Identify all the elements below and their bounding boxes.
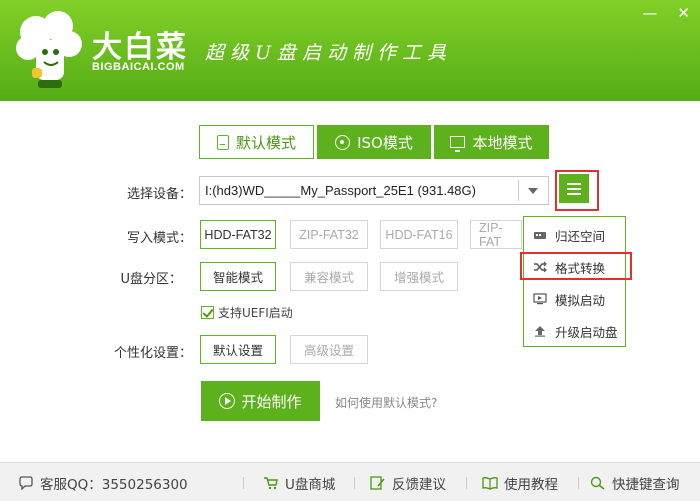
format-convert-highlight: [520, 252, 632, 280]
device-select[interactable]: I:(hd3)WD_____My_Passport_25E1 (931.48G): [199, 176, 549, 205]
book-icon: [482, 477, 498, 490]
write-option-hdd-fat16[interactable]: HDD-FAT16: [380, 220, 458, 249]
tab-iso-label: ISO模式: [357, 133, 413, 152]
brand-name: 大白菜: [92, 30, 188, 65]
write-option-zip-fat[interactable]: ZIP-FAT: [470, 220, 522, 249]
screen-play-icon: [533, 293, 547, 305]
shortcut-label: 快捷键查询: [612, 477, 680, 493]
close-button[interactable]: ✕: [677, 6, 690, 21]
partition-option-enhanced[interactable]: 增强模式: [380, 262, 458, 291]
menu-button[interactable]: [559, 174, 589, 203]
tab-local-label: 本地模式: [472, 133, 533, 152]
write-mode-label: 写入模式：: [126, 231, 192, 246]
select-divider: [518, 180, 519, 201]
footer-divider: [466, 477, 467, 489]
partition-option-smart[interactable]: 智能模式: [200, 262, 276, 291]
monitor-icon: [450, 136, 466, 152]
start-button-label: 开始制作: [241, 392, 302, 411]
footer-divider: [243, 477, 244, 489]
uefi-label: 支持UEFI启动: [218, 306, 293, 320]
tab-iso-mode[interactable]: ISO模式: [317, 125, 431, 159]
tab-local-mode[interactable]: 本地模式: [434, 125, 549, 159]
shortcut-lookup-link[interactable]: 快捷键查询: [590, 473, 680, 493]
menu-item-label: 升级启动盘: [555, 324, 618, 340]
partition-label: U盘分区：: [120, 272, 182, 287]
chat-bubble-icon: [19, 476, 33, 490]
menu-item-label: 模拟启动: [555, 292, 606, 308]
tools-dropdown-menu: 归还空间 格式转换 模拟启动 升级启动盘: [523, 216, 626, 347]
tab-default-label: 默认模式: [235, 133, 296, 152]
disc-icon: [335, 134, 351, 150]
cart-icon: [264, 477, 278, 490]
shop-label: U盘商城: [285, 477, 336, 493]
footer-divider: [354, 477, 355, 489]
device-label: 选择设备：: [126, 187, 192, 202]
personal-option-advanced[interactable]: 高级设置: [290, 335, 368, 364]
qq-label: 客服QQ：3550256300: [40, 477, 188, 493]
uefi-checkbox[interactable]: [201, 306, 214, 319]
tab-default-mode[interactable]: 默认模式: [199, 125, 314, 159]
app-header: 大白菜 BIGBAICAI.COM 超级U盘启动制作工具 — ✕: [0, 0, 700, 101]
hamburger-icon: [567, 182, 581, 185]
upload-arrow-icon: [535, 326, 545, 337]
write-option-zip-fat32[interactable]: ZIP-FAT32: [290, 220, 368, 249]
feedback-link[interactable]: 反馈建议: [370, 473, 446, 493]
menu-item-label: 归还空间: [555, 228, 606, 244]
help-link[interactable]: 如何使用默认模式?: [335, 394, 437, 411]
start-button[interactable]: 开始制作: [201, 381, 320, 421]
usb-drive-icon: [216, 134, 229, 150]
device-value: I:(hd3)WD_____My_Passport_25E1 (931.48G): [205, 183, 476, 198]
disk-icon: [534, 232, 546, 239]
edit-icon: [370, 476, 385, 490]
tutorial-link[interactable]: 使用教程: [482, 473, 558, 493]
tutorial-label: 使用教程: [504, 477, 558, 493]
write-option-hdd-fat32[interactable]: HDD-FAT32: [200, 220, 276, 249]
play-icon: [219, 393, 236, 409]
uefi-checkbox-row[interactable]: 支持UEFI启动: [201, 304, 293, 321]
footer-bar: 客服QQ：3550256300 U盘商城 反馈建议 使用教程 快捷键查询: [0, 462, 700, 501]
usb-shop-link[interactable]: U盘商城: [263, 473, 335, 493]
cabbage-mascot-logo: [16, 11, 82, 88]
menu-item-upgrade-boot-disk[interactable]: 升级启动盘: [524, 319, 625, 343]
personalize-label: 个性化设置：: [113, 346, 192, 361]
menu-item-simulate-boot[interactable]: 模拟启动: [524, 287, 625, 311]
window-controls: — ✕: [642, 6, 690, 21]
brand-domain: BIGBAICAI.COM: [92, 61, 185, 73]
footer-divider: [578, 477, 579, 489]
brand-slogan: 超级U盘启动制作工具: [205, 42, 453, 64]
feedback-label: 反馈建议: [392, 477, 446, 493]
customer-service-qq[interactable]: 客服QQ：3550256300: [18, 473, 188, 493]
menu-item-reclaim-space[interactable]: 归还空间: [524, 223, 625, 247]
minimize-button[interactable]: —: [642, 6, 657, 21]
partition-option-compatible[interactable]: 兼容模式: [290, 262, 368, 291]
chevron-down-icon: [528, 188, 538, 194]
search-icon: [590, 476, 605, 490]
personal-option-default[interactable]: 默认设置: [200, 335, 276, 364]
